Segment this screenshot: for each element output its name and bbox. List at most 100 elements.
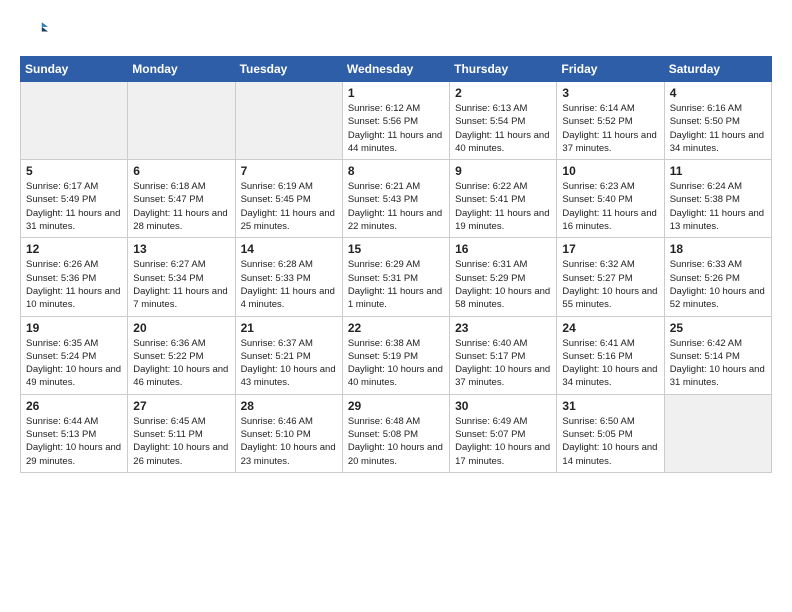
weekday-header: Tuesday [235, 57, 342, 82]
calendar-cell: 9 Sunrise: 6:22 AM Sunset: 5:41 PM Daylig… [450, 160, 557, 238]
calendar-cell: 19Sunrise: 6:35 AM Sunset: 5:24 PM Dayli… [21, 316, 128, 394]
calendar-cell: 20 Sunrise: 6:36 AM Sunset: 5:22 PM Dayli… [128, 316, 235, 394]
calendar-week-row: 5 Sunrise: 6:17 AM Sunset: 5:49 PM Daylig… [21, 160, 772, 238]
day-number: 26 [26, 399, 122, 413]
logo-icon [20, 16, 48, 44]
calendar-week-row: 1 Sunrise: 6:12 AM Sunset: 5:56 PM Daylig… [21, 82, 772, 160]
day-number: 31 [562, 399, 658, 413]
day-info: Sunrise: 6:29 AM Sunset: 5:31 PM Dayligh… [348, 258, 444, 311]
day-number: 1 [348, 86, 444, 100]
day-number: 7 [241, 164, 337, 178]
calendar-cell [235, 82, 342, 160]
day-number: 3 [562, 86, 658, 100]
day-number: 15 [348, 242, 444, 256]
day-info: Sunrise: 6:42 AM Sunset: 5:14 PM Dayligh… [670, 337, 766, 390]
calendar-cell: 6Sunrise: 6:18 AM Sunset: 5:47 PM Daylig… [128, 160, 235, 238]
day-info: Sunrise: 6:28 AM Sunset: 5:33 PM Dayligh… [241, 258, 337, 311]
day-info: Sunrise: 6:23 AM Sunset: 5:40 PM Dayligh… [562, 180, 658, 233]
day-number: 2 [455, 86, 551, 100]
day-number: 30 [455, 399, 551, 413]
calendar-cell: 2Sunrise: 6:13 AM Sunset: 5:54 PM Daylig… [450, 82, 557, 160]
weekday-header: Sunday [21, 57, 128, 82]
day-info: Sunrise: 6:41 AM Sunset: 5:16 PM Dayligh… [562, 337, 658, 390]
day-info: Sunrise: 6:40 AM Sunset: 5:17 PM Dayligh… [455, 337, 551, 390]
day-info: Sunrise: 6:12 AM Sunset: 5:56 PM Dayligh… [348, 102, 444, 155]
calendar-cell: 13 Sunrise: 6:27 AM Sunset: 5:34 PM Dayli… [128, 238, 235, 316]
day-number: 5 [26, 164, 122, 178]
day-info: Sunrise: 6:44 AM Sunset: 5:13 PM Dayligh… [26, 415, 122, 468]
calendar-cell: 18 Sunrise: 6:33 AM Sunset: 5:26 PM Dayli… [664, 238, 771, 316]
calendar-cell: 24 Sunrise: 6:41 AM Sunset: 5:16 PM Dayli… [557, 316, 664, 394]
day-info: Sunrise: 6:16 AM Sunset: 5:50 PM Dayligh… [670, 102, 766, 155]
calendar-table: SundayMondayTuesdayWednesdayThursdayFrid… [20, 56, 772, 473]
calendar-cell: 14 Sunrise: 6:28 AM Sunset: 5:33 PM Dayli… [235, 238, 342, 316]
day-info: Sunrise: 6:33 AM Sunset: 5:26 PM Dayligh… [670, 258, 766, 311]
weekday-header: Saturday [664, 57, 771, 82]
day-info: Sunrise: 6:19 AM Sunset: 5:45 PM Dayligh… [241, 180, 337, 233]
calendar-cell: 10 Sunrise: 6:23 AM Sunset: 5:40 PM Dayli… [557, 160, 664, 238]
day-number: 4 [670, 86, 766, 100]
day-info: Sunrise: 6:35 AM Sunset: 5:24 PM Dayligh… [26, 337, 122, 390]
calendar-cell: 25 Sunrise: 6:42 AM Sunset: 5:14 PM Dayli… [664, 316, 771, 394]
weekday-header-row: SundayMondayTuesdayWednesdayThursdayFrid… [21, 57, 772, 82]
weekday-header: Wednesday [342, 57, 449, 82]
weekday-header: Thursday [450, 57, 557, 82]
day-number: 13 [133, 242, 229, 256]
day-info: Sunrise: 6:26 AM Sunset: 5:36 PM Dayligh… [26, 258, 122, 311]
calendar-cell: 12 Sunrise: 6:26 AM Sunset: 5:36 PM Dayli… [21, 238, 128, 316]
day-number: 14 [241, 242, 337, 256]
day-info: Sunrise: 6:22 AM Sunset: 5:41 PM Dayligh… [455, 180, 551, 233]
calendar-cell: 5 Sunrise: 6:17 AM Sunset: 5:49 PM Daylig… [21, 160, 128, 238]
header [20, 16, 772, 44]
day-number: 10 [562, 164, 658, 178]
weekday-header: Monday [128, 57, 235, 82]
day-info: Sunrise: 6:45 AM Sunset: 5:11 PM Dayligh… [133, 415, 229, 468]
day-number: 20 [133, 321, 229, 335]
calendar-cell [128, 82, 235, 160]
day-number: 17 [562, 242, 658, 256]
day-number: 12 [26, 242, 122, 256]
calendar-cell: 23 Sunrise: 6:40 AM Sunset: 5:17 PM Dayli… [450, 316, 557, 394]
day-info: Sunrise: 6:32 AM Sunset: 5:27 PM Dayligh… [562, 258, 658, 311]
day-info: Sunrise: 6:21 AM Sunset: 5:43 PM Dayligh… [348, 180, 444, 233]
day-info: Sunrise: 6:49 AM Sunset: 5:07 PM Dayligh… [455, 415, 551, 468]
day-number: 11 [670, 164, 766, 178]
day-number: 18 [670, 242, 766, 256]
calendar-cell: 1 Sunrise: 6:12 AM Sunset: 5:56 PM Daylig… [342, 82, 449, 160]
day-number: 9 [455, 164, 551, 178]
calendar-cell [21, 82, 128, 160]
day-number: 16 [455, 242, 551, 256]
day-info: Sunrise: 6:17 AM Sunset: 5:49 PM Dayligh… [26, 180, 122, 233]
day-info: Sunrise: 6:24 AM Sunset: 5:38 PM Dayligh… [670, 180, 766, 233]
calendar-cell: 7 Sunrise: 6:19 AM Sunset: 5:45 PM Daylig… [235, 160, 342, 238]
day-number: 23 [455, 321, 551, 335]
calendar-cell: 16 Sunrise: 6:31 AM Sunset: 5:29 PM Dayli… [450, 238, 557, 316]
day-info: Sunrise: 6:46 AM Sunset: 5:10 PM Dayligh… [241, 415, 337, 468]
day-info: Sunrise: 6:38 AM Sunset: 5:19 PM Dayligh… [348, 337, 444, 390]
day-number: 21 [241, 321, 337, 335]
day-info: Sunrise: 6:27 AM Sunset: 5:34 PM Dayligh… [133, 258, 229, 311]
day-number: 24 [562, 321, 658, 335]
day-number: 28 [241, 399, 337, 413]
day-info: Sunrise: 6:36 AM Sunset: 5:22 PM Dayligh… [133, 337, 229, 390]
calendar-cell: 4 Sunrise: 6:16 AM Sunset: 5:50 PM Daylig… [664, 82, 771, 160]
day-info: Sunrise: 6:50 AM Sunset: 5:05 PM Dayligh… [562, 415, 658, 468]
calendar-cell: 28 Sunrise: 6:46 AM Sunset: 5:10 PM Dayli… [235, 394, 342, 472]
day-number: 25 [670, 321, 766, 335]
day-number: 27 [133, 399, 229, 413]
page-container: SundayMondayTuesdayWednesdayThursdayFrid… [0, 0, 792, 483]
day-info: Sunrise: 6:48 AM Sunset: 5:08 PM Dayligh… [348, 415, 444, 468]
weekday-header: Friday [557, 57, 664, 82]
calendar-week-row: 12 Sunrise: 6:26 AM Sunset: 5:36 PM Dayli… [21, 238, 772, 316]
day-number: 8 [348, 164, 444, 178]
calendar-cell: 27 Sunrise: 6:45 AM Sunset: 5:11 PM Dayli… [128, 394, 235, 472]
calendar-week-row: 19Sunrise: 6:35 AM Sunset: 5:24 PM Dayli… [21, 316, 772, 394]
day-info: Sunrise: 6:14 AM Sunset: 5:52 PM Dayligh… [562, 102, 658, 155]
calendar-cell: 11 Sunrise: 6:24 AM Sunset: 5:38 PM Dayli… [664, 160, 771, 238]
day-number: 29 [348, 399, 444, 413]
calendar-cell: 30 Sunrise: 6:49 AM Sunset: 5:07 PM Dayli… [450, 394, 557, 472]
day-info: Sunrise: 6:31 AM Sunset: 5:29 PM Dayligh… [455, 258, 551, 311]
calendar-cell: 22Sunrise: 6:38 AM Sunset: 5:19 PM Dayli… [342, 316, 449, 394]
day-info: Sunrise: 6:18 AM Sunset: 5:47 PM Dayligh… [133, 180, 229, 233]
logo [20, 16, 52, 44]
